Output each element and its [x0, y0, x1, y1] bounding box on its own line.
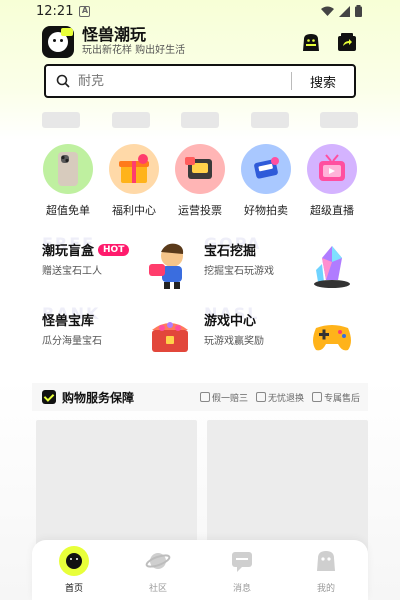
- tab-home[interactable]: 首页: [44, 546, 104, 594]
- search-button[interactable]: 搜索: [292, 72, 354, 91]
- feature-title: 宝石挖掘: [204, 244, 257, 259]
- return-icon: [255, 392, 266, 402]
- feature-gem-dig[interactable]: GOPA 宝石挖掘 挖掘宝石玩游戏: [200, 232, 362, 302]
- category-auction[interactable]: 好物拍卖: [236, 144, 296, 218]
- tab-messages[interactable]: 消息: [212, 546, 272, 594]
- treasure-chest-icon: [146, 312, 194, 360]
- share-icon[interactable]: [336, 31, 358, 53]
- feature-grid: FREE 潮玩盲盒 HOT 赠送宝石工人 GOPA 宝石挖掘 挖掘宝石玩游戏 B…: [38, 232, 362, 372]
- app-screen: 12:21 A 怪兽潮玩 玩出新花样 购出好生活 耐克 搜索 超值免单 福利中心…: [32, 0, 368, 600]
- search-icon: [56, 74, 70, 88]
- guarantee-title: 购物服务保障: [62, 390, 135, 405]
- home-monster-icon: [59, 546, 89, 576]
- category-row: 超值免单 福利中心 运营投票 好物拍卖 超级直播: [38, 144, 362, 218]
- auction-card-icon: [241, 144, 291, 194]
- feature-title: 怪兽宝库: [42, 314, 95, 329]
- wifi-icon: [321, 6, 334, 16]
- guarantee-item: 假一赔三: [199, 391, 248, 404]
- loading-placeholder: [250, 112, 289, 128]
- feature-blind-box[interactable]: FREE 潮玩盲盒 HOT 赠送宝石工人: [38, 232, 200, 302]
- app-header: 怪兽潮玩 玩出新花样 购出好生活: [42, 24, 358, 60]
- gem-crystal-icon: [308, 242, 356, 290]
- compensation-icon: [199, 392, 210, 402]
- category-operation-vote[interactable]: 运营投票: [170, 144, 230, 218]
- message-icon: [232, 552, 252, 572]
- shield-check-icon: [42, 390, 56, 404]
- bottom-tab-bar: 首页 社区 消息 我的: [32, 540, 368, 600]
- vote-card-icon: [175, 144, 225, 194]
- gift-box-icon: [109, 144, 159, 194]
- status-time: 12:21: [36, 3, 74, 19]
- monster-bag-icon[interactable]: [300, 31, 322, 53]
- shopping-guarantee-bar[interactable]: 购物服务保障 假一赔三 无忧退换 专属售后: [32, 383, 368, 411]
- search-bar: 搜索: [44, 64, 356, 98]
- app-slogan: 玩出新花样 购出好生活: [82, 45, 186, 56]
- tv-live-icon: [307, 144, 357, 194]
- gamepad-icon: [308, 312, 356, 360]
- app-logo: [42, 26, 74, 58]
- feature-monster-vault[interactable]: BANK 怪兽宝库 瓜分海量宝石: [38, 302, 200, 372]
- loading-placeholder: [111, 112, 150, 128]
- feature-title: 游戏中心: [204, 314, 257, 329]
- toy-figure-icon: [146, 242, 194, 290]
- feature-title: 潮玩盲盒: [42, 244, 95, 259]
- battery-icon: [355, 5, 362, 17]
- loading-placeholder-row: [42, 112, 358, 128]
- loading-placeholder: [181, 112, 219, 128]
- profile-icon: [317, 551, 335, 571]
- guarantee-item: 专属售后: [311, 391, 360, 404]
- phone-product-icon: [43, 144, 93, 194]
- signal-icon: [339, 5, 350, 17]
- category-welfare-center[interactable]: 福利中心: [104, 144, 164, 218]
- status-bar: 12:21 A: [32, 0, 368, 22]
- search-input[interactable]: [78, 73, 291, 89]
- category-free-order[interactable]: 超值免单: [38, 144, 98, 218]
- category-super-live[interactable]: 超级直播: [302, 144, 362, 218]
- hot-badge: HOT: [98, 243, 130, 256]
- guarantee-item: 无忧退换: [255, 391, 304, 404]
- loading-placeholder: [42, 112, 80, 128]
- notification-icon: A: [79, 5, 91, 17]
- loading-placeholder: [320, 112, 358, 128]
- tab-community[interactable]: 社区: [128, 546, 188, 594]
- after-sales-icon: [311, 392, 322, 402]
- tab-profile[interactable]: 我的: [296, 546, 356, 594]
- planet-icon: [145, 553, 171, 569]
- app-title: 怪兽潮玩: [82, 25, 147, 44]
- feature-game-center[interactable]: NASL 游戏中心 玩游戏赢奖励: [200, 302, 362, 372]
